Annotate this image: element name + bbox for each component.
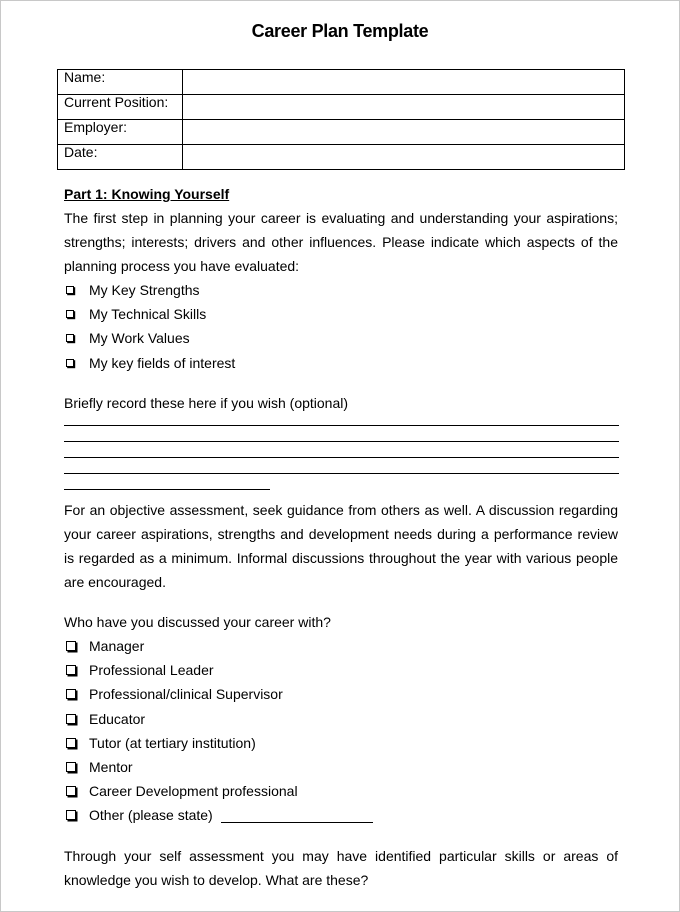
info-table: Name: Current Position: Employer: Date: — [57, 69, 625, 170]
checklist-label: Professional Leader — [89, 662, 214, 679]
checkbox-icon[interactable] — [66, 334, 74, 343]
table-row: Employer: — [57, 119, 625, 145]
answer-line[interactable] — [64, 441, 619, 442]
list-item[interactable]: Other (please state) — [64, 803, 373, 827]
checklist-label: My key fields of interest — [89, 354, 236, 371]
checkbox-icon[interactable] — [66, 310, 74, 319]
list-item[interactable]: Professional/clinical Supervisor — [64, 682, 373, 706]
list-item[interactable]: Educator — [64, 707, 373, 731]
answer-line[interactable] — [64, 425, 619, 426]
checkbox-icon[interactable] — [66, 810, 76, 821]
table-row: Current Position: — [57, 94, 625, 120]
checklist-label: Educator — [89, 710, 146, 727]
list-item[interactable]: My Key Strengths — [64, 278, 235, 302]
list-item[interactable]: Mentor — [64, 755, 373, 779]
answer-line[interactable] — [64, 473, 619, 474]
checklist-label: My Key Strengths — [89, 282, 200, 299]
employer-label: Employer: — [57, 119, 183, 145]
list-item[interactable]: Manager — [64, 634, 373, 658]
checkbox-icon[interactable] — [66, 665, 76, 676]
list-item[interactable]: Career Development professional — [64, 779, 373, 803]
current-position-field[interactable] — [182, 94, 625, 120]
checklist-label: Career Development professional — [89, 783, 298, 800]
checklist-label: Professional/clinical Supervisor — [89, 686, 283, 703]
list-item[interactable]: My key fields of interest — [64, 351, 235, 375]
list-item[interactable]: My Technical Skills — [64, 302, 235, 326]
list-item[interactable]: Tutor (at tertiary institution) — [64, 731, 373, 755]
list-item[interactable]: Professional Leader — [64, 658, 373, 682]
checkbox-icon[interactable] — [66, 641, 76, 652]
date-label: Date: — [57, 144, 183, 170]
answer-line[interactable] — [64, 457, 619, 458]
part1-intro: The first step in planning your career i… — [64, 210, 618, 274]
checkbox-icon[interactable] — [66, 689, 76, 700]
checklist-label: Other (please state) — [89, 807, 213, 824]
list-item[interactable]: My Work Values — [64, 326, 235, 350]
discussed-prompt: Who have you discussed your career with? — [64, 614, 331, 630]
page-title: Career Plan Template — [251, 21, 429, 41]
employer-field[interactable] — [182, 119, 625, 145]
checkbox-icon[interactable] — [66, 286, 74, 295]
checklist-label: Mentor — [89, 759, 133, 776]
name-label: Name: — [57, 69, 183, 95]
record-prompt: Briefly record these here if you wish (o… — [64, 395, 349, 411]
part1-heading: Part 1: Knowing Yourself — [64, 186, 230, 202]
checkbox-icon[interactable] — [66, 358, 74, 367]
date-field[interactable] — [182, 144, 625, 170]
checklist-label: Manager — [89, 638, 145, 655]
checkbox-icon[interactable] — [66, 713, 76, 724]
discussed-checklist: Manager Professional Leader Professional… — [64, 634, 373, 828]
current-position-label: Current Position: — [57, 94, 183, 120]
other-answer-line[interactable] — [220, 808, 373, 823]
checkbox-icon[interactable] — [66, 737, 76, 748]
strengths-checklist: My Key Strengths My Technical Skills My … — [64, 278, 235, 375]
checkbox-icon[interactable] — [66, 762, 76, 773]
document-page: Career Plan Template Name: Current Posit… — [0, 0, 680, 912]
develop-prompt: Through your self assessment you may hav… — [64, 848, 618, 888]
answer-line[interactable] — [64, 489, 270, 490]
checklist-label: My Technical Skills — [89, 306, 207, 323]
checklist-label: Tutor (at tertiary institution) — [89, 734, 256, 751]
name-field[interactable] — [182, 69, 625, 95]
table-row: Date: — [57, 144, 625, 170]
assessment-paragraph: For an objective assessment, seek guidan… — [64, 502, 618, 590]
table-row: Name: — [57, 69, 625, 95]
checkbox-icon[interactable] — [66, 786, 76, 797]
checklist-label: My Work Values — [89, 330, 190, 347]
